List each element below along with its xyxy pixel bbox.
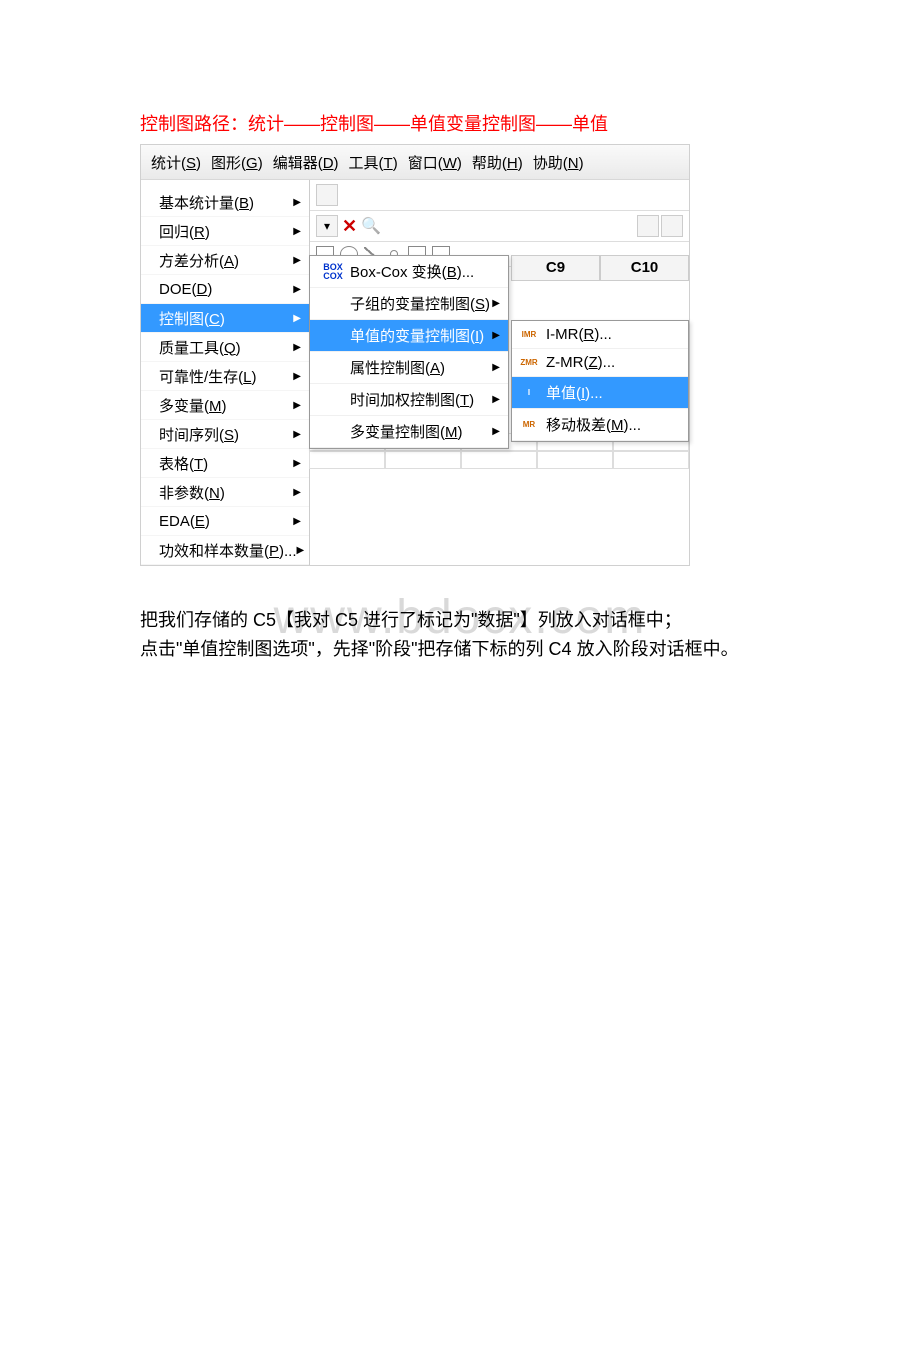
toolbar-row-1 (310, 180, 689, 211)
grid-cell[interactable] (461, 451, 537, 469)
menu-eda[interactable]: EDA(E)▶ (141, 507, 309, 536)
control-charts-submenu: BOX COXBox-Cox 变换(B)... 子组的变量控制图(S) ▶ 单值… (309, 255, 509, 449)
body-line-1: 把我们存储的 C5【我对 C5 进行了标记为"数据"】列放入对话框中； (140, 606, 780, 635)
chevron-right-icon: ▶ (293, 487, 301, 498)
chevron-right-icon: ▶ (293, 255, 301, 266)
menu-regression[interactable]: 回归(R)▶ (141, 217, 309, 246)
chevron-right-icon: ▶ (492, 394, 500, 405)
chart-icon: IMR (518, 331, 540, 339)
menu-doe[interactable]: DOE(D)▶ (141, 275, 309, 304)
menu-multivariate[interactable]: 多变量(M)▶ (141, 391, 309, 420)
submenu2-zmr[interactable]: ZMR Z-MR(Z)... (512, 349, 688, 377)
chart-icon: MR (518, 421, 540, 429)
menu-window[interactable]: 窗口(W) (408, 152, 462, 173)
menu-anova[interactable]: 方差分析(A)▶ (141, 246, 309, 275)
menu-tables[interactable]: 表格(T)▶ (141, 449, 309, 478)
toolbar-icon[interactable] (637, 215, 659, 237)
chevron-right-icon: ▶ (293, 284, 301, 295)
col-c9[interactable]: C9 (511, 255, 600, 281)
menu-assist[interactable]: 协助(N) (533, 152, 584, 173)
chevron-right-icon: ▶ (293, 226, 301, 237)
submenu-multivariate[interactable]: 多变量控制图(M) ▶ (310, 416, 508, 448)
chevron-right-icon: ▶ (293, 458, 301, 469)
menu-time-series[interactable]: 时间序列(S)▶ (141, 420, 309, 449)
body-line-2: 点击"单值控制图选项"，先择"阶段"把存储下标的列 C4 放入阶段对话框中。 (140, 635, 780, 664)
search-icon[interactable]: 🔍 (361, 216, 381, 236)
page-title: 控制图路径：统计——控制图——单值变量控制图——单值 (140, 110, 780, 136)
chevron-right-icon: ▶ (293, 342, 301, 353)
grid-cell[interactable] (613, 451, 689, 469)
menu-graph[interactable]: 图形(G) (211, 152, 263, 173)
toolbar-icon[interactable] (661, 215, 683, 237)
submenu2-individuals[interactable]: I 单值(I)... (512, 377, 688, 409)
menu-help[interactable]: 帮助(H) (472, 152, 523, 173)
chevron-right-icon: ▶ (293, 371, 301, 382)
menu-power-sample[interactable]: 功效和样本数量(P)...▶ (141, 536, 309, 565)
menu-basic-stats[interactable]: 基本统计量(B)▶ (141, 188, 309, 217)
submenu2-imr[interactable]: IMR I-MR(R)... (512, 321, 688, 349)
menubar: 统计(S) 图形(G) 编辑器(D) 工具(T) 窗口(W) 帮助(H) 协助(… (141, 145, 689, 180)
chart-icon: ZMR (518, 359, 540, 367)
menu-control-charts[interactable]: 控制图(C)▶ (141, 304, 309, 333)
chevron-right-icon: ▶ (293, 197, 301, 208)
grid-cell[interactable] (385, 451, 461, 469)
toolbar-icon[interactable] (316, 184, 338, 206)
chevron-right-icon: ▶ (492, 426, 500, 437)
screenshot-frame: 统计(S) 图形(G) 编辑器(D) 工具(T) 窗口(W) 帮助(H) 协助(… (140, 144, 690, 566)
grid-cell[interactable] (537, 451, 613, 469)
menu-tools[interactable]: 工具(T) (349, 152, 398, 173)
boxcox-icon: BOX COX (320, 263, 346, 281)
dropdown-icon[interactable]: ▾ (316, 215, 338, 237)
body-text: 把我们存储的 C5【我对 C5 进行了标记为"数据"】列放入对话框中； 点击"单… (140, 606, 780, 664)
submenu-attribute[interactable]: 属性控制图(A) ▶ (310, 352, 508, 384)
chevron-right-icon: ▶ (293, 429, 301, 440)
chevron-right-icon: ▶ (492, 362, 500, 373)
submenu-time-weighted[interactable]: 时间加权控制图(T) ▶ (310, 384, 508, 416)
chevron-right-icon: ▶ (492, 330, 500, 341)
menu-reliability[interactable]: 可靠性/生存(L)▶ (141, 362, 309, 391)
submenu2-moving-range[interactable]: MR 移动极差(M)... (512, 409, 688, 441)
col-c10[interactable]: C10 (600, 255, 689, 281)
grid-cell[interactable] (309, 451, 385, 469)
menu-quality-tools[interactable]: 质量工具(Q)▶ (141, 333, 309, 362)
close-icon[interactable]: ✕ (342, 216, 357, 237)
chevron-right-icon: ▶ (293, 400, 301, 411)
toolbar-row-2: ▾ ✕ 🔍 (310, 211, 689, 242)
stat-dropdown-menu: 基本统计量(B)▶ 回归(R)▶ 方差分析(A)▶ DOE(D)▶ 控制图(C)… (141, 180, 310, 565)
menu-editor[interactable]: 编辑器(D) (273, 152, 339, 173)
chevron-right-icon: ▶ (297, 545, 305, 556)
submenu-individual-var[interactable]: 单值的变量控制图(I) ▶ (310, 320, 508, 352)
submenu-boxcox[interactable]: BOX COXBox-Cox 变换(B)... (310, 256, 508, 288)
submenu-subgroup-var[interactable]: 子组的变量控制图(S) ▶ (310, 288, 508, 320)
individual-charts-submenu: IMR I-MR(R)... ZMR Z-MR(Z)... I 单值(I)...… (511, 320, 689, 442)
chevron-right-icon: ▶ (492, 298, 500, 309)
chart-icon: I (518, 389, 540, 397)
column-headers: C9 C10 (511, 255, 689, 281)
menu-nonparametric[interactable]: 非参数(N)▶ (141, 478, 309, 507)
chevron-right-icon: ▶ (293, 313, 301, 324)
chevron-right-icon: ▶ (293, 516, 301, 527)
menu-stat[interactable]: 统计(S) (151, 152, 201, 173)
